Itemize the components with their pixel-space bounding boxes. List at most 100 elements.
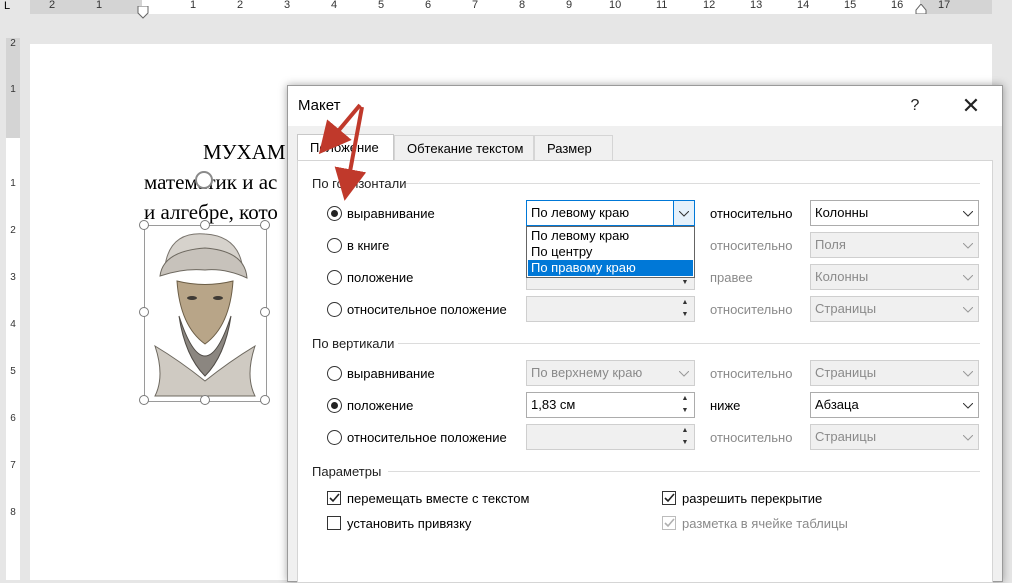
ruler-label: 1 bbox=[190, 0, 197, 11]
portrait-image[interactable] bbox=[144, 225, 267, 402]
h-position-rel-label: правее bbox=[710, 270, 753, 285]
spin-down-icon[interactable]: ▼ bbox=[676, 277, 694, 289]
v-position-spinner[interactable]: 1,83 см ▲ ▼ bbox=[526, 392, 695, 418]
h-position-label: положение bbox=[347, 270, 414, 285]
spin-up-icon[interactable]: ▲ bbox=[676, 297, 694, 309]
h-align-rel-select[interactable]: Колонны bbox=[810, 200, 979, 226]
chevron-down-icon[interactable] bbox=[673, 201, 694, 225]
spin-down-icon[interactable]: ▼ bbox=[676, 437, 694, 449]
dropdown-option[interactable]: По центру bbox=[528, 244, 693, 260]
v-relpos-radio[interactable] bbox=[327, 430, 342, 445]
h-align-dropdown-list: По левому краю По центру По правому краю bbox=[526, 226, 695, 278]
checkmark-icon bbox=[664, 493, 675, 503]
h-book-rel-value: Поля bbox=[815, 237, 846, 252]
ruler-label: 8 bbox=[519, 0, 526, 11]
h-position-rel-select[interactable]: Колонны bbox=[810, 264, 979, 290]
move-with-text-checkbox[interactable] bbox=[327, 491, 341, 505]
ruler-label: 7 bbox=[10, 460, 16, 471]
ruler-label: 2 bbox=[10, 38, 16, 49]
ruler-label: 2 bbox=[10, 225, 16, 236]
h-book-rel-select[interactable]: Поля bbox=[810, 232, 979, 258]
spin-up-icon[interactable]: ▲ bbox=[676, 425, 694, 437]
document-paragraph-line[interactable]: и алгебре, кото bbox=[144, 200, 278, 225]
ruler-label: 5 bbox=[378, 0, 385, 11]
v-align-label: выравнивание bbox=[347, 366, 435, 381]
tab-size[interactable]: Размер bbox=[534, 135, 613, 160]
ruler-label: 3 bbox=[284, 0, 291, 11]
resize-handle-icon[interactable] bbox=[200, 395, 210, 405]
resize-handle-icon[interactable] bbox=[139, 307, 149, 317]
ruler-label: 17 bbox=[938, 0, 951, 11]
rotate-handle-icon[interactable] bbox=[195, 171, 213, 189]
resize-handle-icon[interactable] bbox=[139, 220, 149, 230]
ruler-label: 1 bbox=[10, 84, 16, 95]
spin-up-icon[interactable]: ▲ bbox=[676, 393, 694, 405]
h-position-radio[interactable] bbox=[327, 270, 342, 285]
section-horizontal-label: По горизонтали bbox=[312, 176, 407, 191]
v-relpos-rel-select[interactable]: Страницы bbox=[810, 424, 979, 450]
ruler-label: 1 bbox=[10, 178, 16, 189]
h-align-label: выравнивание bbox=[347, 206, 435, 221]
document-heading[interactable]: МУХАМ bbox=[203, 140, 286, 165]
chevron-down-icon[interactable] bbox=[957, 393, 978, 417]
h-relpos-rel-value: Страницы bbox=[815, 301, 877, 316]
v-align-radio[interactable] bbox=[327, 366, 342, 381]
tab-selector[interactable]: L bbox=[0, 0, 14, 14]
allow-overlap-checkbox[interactable] bbox=[662, 491, 676, 505]
lock-anchor-checkbox[interactable] bbox=[327, 516, 341, 530]
v-position-rel-select[interactable]: Абзаца bbox=[810, 392, 979, 418]
resize-handle-icon[interactable] bbox=[260, 395, 270, 405]
v-align-value: По верхнему краю bbox=[531, 365, 643, 380]
lock-anchor-label: установить привязку bbox=[347, 516, 472, 531]
portrait-drawing bbox=[154, 233, 256, 397]
h-book-radio[interactable] bbox=[327, 238, 342, 253]
resize-handle-icon[interactable] bbox=[260, 220, 270, 230]
v-position-value: 1,83 см bbox=[531, 397, 576, 412]
resize-handle-icon[interactable] bbox=[260, 307, 270, 317]
spin-down-icon[interactable]: ▼ bbox=[676, 309, 694, 321]
dropdown-option-selected[interactable]: По правому краю bbox=[528, 260, 693, 276]
h-relpos-label: относительное положение bbox=[347, 302, 507, 317]
ruler-label: 2 bbox=[237, 0, 244, 11]
h-relpos-rel-select[interactable]: Страницы bbox=[810, 296, 979, 322]
v-position-radio[interactable] bbox=[327, 398, 342, 413]
ruler-label: 10 bbox=[609, 0, 622, 11]
ruler-label: 6 bbox=[10, 413, 16, 424]
chevron-down-icon bbox=[957, 233, 978, 257]
chevron-down-icon[interactable] bbox=[957, 201, 978, 225]
chevron-down-icon bbox=[957, 265, 978, 289]
chevron-down-icon bbox=[957, 425, 978, 449]
dialog-titlebar[interactable]: Макет ? ✕ bbox=[288, 86, 1002, 126]
v-relpos-spinner[interactable]: ▲ ▼ bbox=[526, 424, 695, 450]
h-align-select[interactable]: По левому краю bbox=[526, 200, 695, 226]
h-relpos-radio[interactable] bbox=[327, 302, 342, 317]
dropdown-option[interactable]: По левому краю bbox=[528, 228, 693, 244]
tab-text-wrapping[interactable]: Обтекание текстом bbox=[394, 135, 534, 160]
resize-handle-icon[interactable] bbox=[200, 220, 210, 230]
help-button[interactable]: ? bbox=[892, 90, 938, 122]
resize-handle-icon[interactable] bbox=[139, 395, 149, 405]
ruler-label: 9 bbox=[566, 0, 573, 11]
v-align-select[interactable]: По верхнему краю bbox=[526, 360, 695, 386]
h-relpos-spinner[interactable]: ▲ ▼ bbox=[526, 296, 695, 322]
section-divider bbox=[406, 183, 980, 184]
h-align-radio[interactable] bbox=[327, 206, 342, 221]
left-indent-marker-icon[interactable] bbox=[137, 6, 149, 20]
v-align-rel-select[interactable]: Страницы bbox=[810, 360, 979, 386]
allow-overlap-label: разрешить перекрытие bbox=[682, 491, 823, 506]
chevron-down-icon bbox=[673, 361, 694, 385]
right-indent-marker-icon[interactable] bbox=[915, 4, 927, 14]
spin-down-icon[interactable]: ▼ bbox=[676, 405, 694, 417]
horizontal-ruler[interactable]: L 2 1 1 2 3 4 5 6 7 8 9 10 11 12 13 14 1… bbox=[0, 0, 1012, 19]
checkmark-icon bbox=[329, 493, 340, 503]
vertical-ruler[interactable]: 2 1 1 2 3 4 5 6 7 8 bbox=[6, 38, 20, 580]
v-relpos-rel-label: относительно bbox=[710, 430, 793, 445]
tab-panel-position: По горизонтали выравнивание По левому кр… bbox=[297, 160, 993, 583]
layout-in-cell-checkbox[interactable] bbox=[662, 516, 676, 530]
h-align-rel-label: относительно bbox=[710, 206, 793, 221]
chevron-down-icon bbox=[957, 361, 978, 385]
ruler-label: 5 bbox=[10, 366, 16, 377]
tab-position[interactable]: Положение bbox=[297, 134, 394, 161]
close-button[interactable]: ✕ bbox=[948, 90, 994, 122]
h-align-value: По левому краю bbox=[531, 205, 630, 220]
